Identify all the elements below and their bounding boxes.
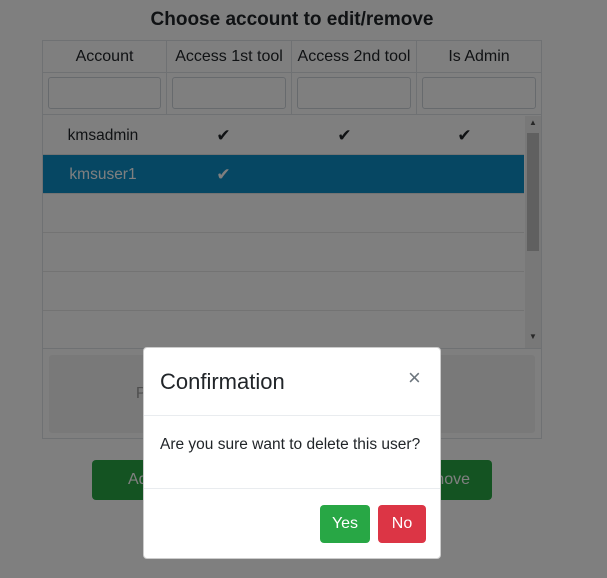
dialog-title: Confirmation xyxy=(160,369,285,394)
dialog-footer: Yes No xyxy=(144,488,440,558)
dialog-message: Are you sure want to delete this user? xyxy=(160,436,421,453)
close-icon[interactable]: × xyxy=(408,367,421,389)
dialog-header: Confirmation × xyxy=(144,348,440,416)
confirmation-dialog: Confirmation × Are you sure want to dele… xyxy=(143,347,441,559)
yes-button[interactable]: Yes xyxy=(320,505,370,543)
no-button[interactable]: No xyxy=(378,505,426,543)
